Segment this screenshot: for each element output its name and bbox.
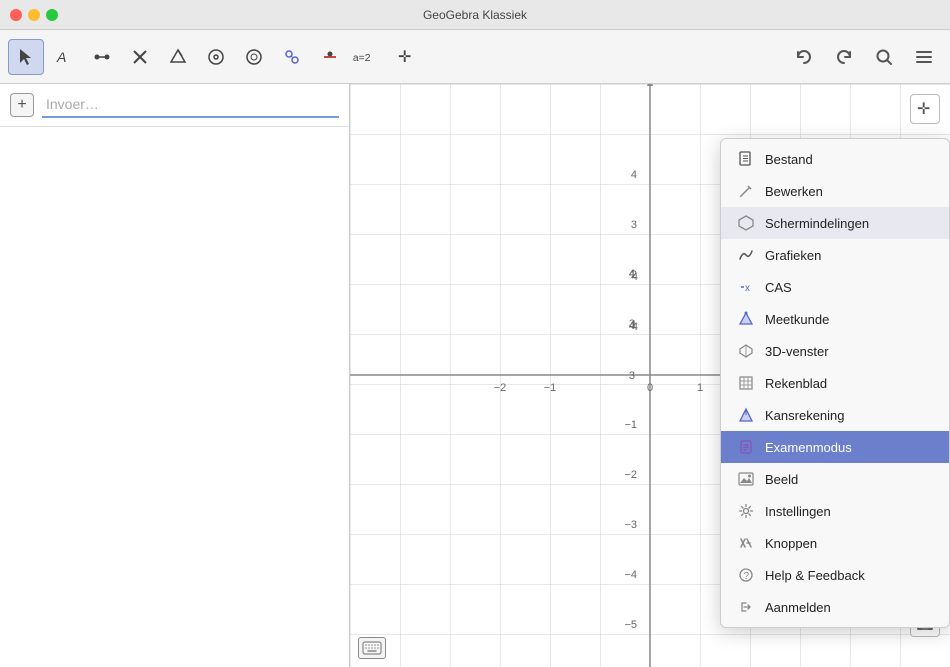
schermindelingen-menu-icon — [737, 214, 755, 232]
cas-menu-label: CAS — [765, 280, 933, 295]
tool-select[interactable] — [8, 39, 44, 75]
bewerken-menu-icon — [737, 182, 755, 200]
bestand-menu-icon — [737, 150, 755, 168]
menu-item-meetkunde[interactable]: Meetkunde — [721, 303, 949, 335]
tool-measure[interactable] — [312, 39, 348, 75]
tool-move-view[interactable]: ✛ — [388, 39, 424, 75]
svg-text:0: 0 — [647, 382, 653, 394]
meetkunde-menu-label: Meetkunde — [765, 312, 933, 327]
tool-polygon[interactable] — [160, 39, 196, 75]
menu-button[interactable] — [908, 41, 940, 73]
examenmodus-menu-icon — [737, 438, 755, 456]
tool-input[interactable]: a=2 — [350, 39, 386, 75]
knoppen-menu-icon — [737, 534, 755, 552]
menu-item-aanmelden[interactable]: Aanmelden — [721, 591, 949, 623]
svg-text:✛: ✛ — [398, 49, 411, 66]
menu-item-schermindelingen[interactable]: Schermindelingen — [721, 207, 949, 239]
sidebar-header: + — [0, 84, 349, 127]
svg-text:−1: −1 — [624, 419, 637, 431]
menu-item-grafieken[interactable]: Grafieken — [721, 239, 949, 271]
menu-item-3d-venster[interactable]: 3D-venster — [721, 335, 949, 367]
canvas-area[interactable]: −2 −1 0 1 2 3 4 5 6 4 3 4 4 3 4 4 4 1 2 … — [350, 84, 950, 667]
menu-item-rekenblad[interactable]: Rekenblad — [721, 367, 949, 399]
svg-text:x: x — [745, 283, 750, 294]
undo-button[interactable] — [788, 41, 820, 73]
window-controls[interactable] — [10, 9, 58, 21]
tool-transform[interactable] — [274, 39, 310, 75]
rekenblad-menu-icon — [737, 374, 755, 392]
search-button[interactable] — [868, 41, 900, 73]
close-button[interactable] — [10, 9, 22, 21]
menu-item-examenmodus[interactable]: Examenmodus — [721, 431, 949, 463]
redo-button[interactable] — [828, 41, 860, 73]
meetkunde-menu-icon — [737, 310, 755, 328]
rekenblad-menu-label: Rekenblad — [765, 376, 933, 391]
menu-item-knoppen[interactable]: Knoppen — [721, 527, 949, 559]
menu-item-bewerken[interactable]: Bewerken — [721, 175, 949, 207]
svg-text:−5: −5 — [624, 619, 637, 631]
menu-item-cas[interactable]: x CAS — [721, 271, 949, 303]
svg-text:1: 1 — [631, 319, 637, 331]
main-area: + — [0, 84, 950, 667]
menu-item-bestand[interactable]: Bestand — [721, 143, 949, 175]
expression-input[interactable] — [42, 92, 339, 118]
svg-text:−3: −3 — [624, 519, 637, 531]
3d-venster-menu-label: 3D-venster — [765, 344, 933, 359]
3d-venster-menu-icon — [737, 342, 755, 360]
sidebar: + — [0, 84, 350, 667]
dropdown-menu: Bestand Bewerken Schermindelingen Grafieken… — [720, 138, 950, 628]
bewerken-menu-label: Bewerken — [765, 184, 933, 199]
instellingen-menu-label: Instellingen — [765, 504, 933, 519]
menu-item-kansrekening[interactable]: Kansrekening — [721, 399, 949, 431]
toolbar: A — [0, 30, 950, 84]
svg-text:A: A — [56, 49, 66, 65]
titlebar: GeoGebra Klassiek — [0, 0, 950, 30]
schermindelingen-menu-label: Schermindelingen — [765, 216, 933, 231]
kansrekening-menu-label: Kansrekening — [765, 408, 933, 423]
svg-text:1: 1 — [697, 382, 703, 394]
menu-item-instellingen[interactable]: Instellingen — [721, 495, 949, 527]
help-menu-label: Help & Feedback — [765, 568, 933, 583]
tool-conic[interactable] — [236, 39, 272, 75]
instellingen-menu-icon — [737, 502, 755, 520]
menu-item-beeld[interactable]: Beeld — [721, 463, 949, 495]
kansrekening-menu-icon — [737, 406, 755, 424]
maximize-button[interactable] — [46, 9, 58, 21]
tool-text[interactable]: A — [46, 39, 82, 75]
svg-text:−4: −4 — [624, 569, 637, 581]
grafieken-menu-icon — [737, 246, 755, 264]
minimize-button[interactable] — [28, 9, 40, 21]
svg-text:3: 3 — [629, 370, 635, 382]
knoppen-menu-label: Knoppen — [765, 536, 933, 551]
svg-text:−1: −1 — [544, 382, 557, 394]
svg-text:✛: ✛ — [917, 101, 930, 118]
cas-menu-icon: x — [737, 278, 755, 296]
svg-text:2: 2 — [631, 269, 637, 281]
menu-item-help[interactable]: ? Help & Feedback — [721, 559, 949, 591]
tool-line[interactable] — [122, 39, 158, 75]
add-expression-button[interactable]: + — [10, 93, 34, 117]
svg-text:?: ? — [744, 571, 750, 582]
aanmelden-menu-icon — [737, 598, 755, 616]
tool-circle[interactable] — [198, 39, 234, 75]
beeld-menu-icon — [737, 470, 755, 488]
svg-text:a=2: a=2 — [353, 52, 371, 63]
examenmodus-menu-label: Examenmodus — [765, 440, 933, 455]
help-menu-icon: ? — [737, 566, 755, 584]
move-canvas-button[interactable]: ✛ — [910, 94, 940, 124]
toolbar-right — [788, 41, 940, 73]
app-title: GeoGebra Klassiek — [423, 8, 527, 22]
svg-text:−2: −2 — [494, 382, 507, 394]
svg-text:4: 4 — [631, 169, 637, 181]
keyboard-toggle[interactable] — [358, 637, 386, 659]
aanmelden-menu-label: Aanmelden — [765, 600, 933, 615]
tool-point[interactable] — [84, 39, 120, 75]
beeld-menu-label: Beeld — [765, 472, 933, 487]
grafieken-menu-label: Grafieken — [765, 248, 933, 263]
svg-text:−2: −2 — [624, 469, 637, 481]
svg-text:3: 3 — [631, 219, 637, 231]
bestand-menu-label: Bestand — [765, 152, 933, 167]
